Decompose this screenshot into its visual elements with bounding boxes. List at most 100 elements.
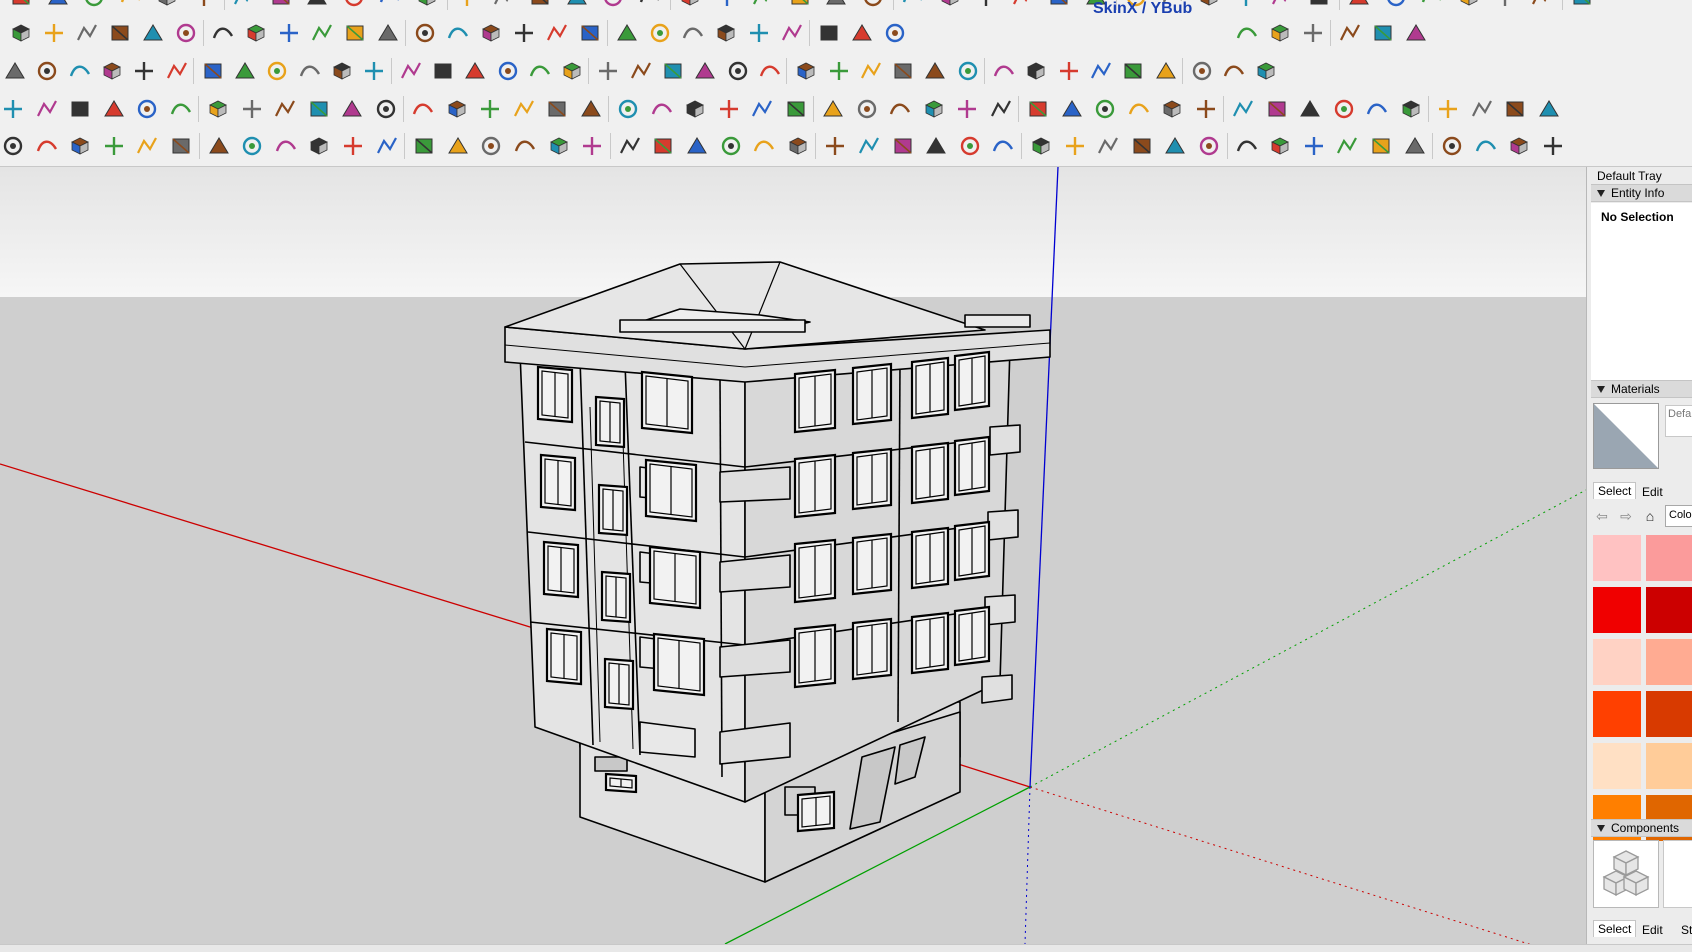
help-icon[interactable] bbox=[1403, 20, 1429, 46]
material-swatch[interactable] bbox=[1646, 691, 1692, 737]
partial-icon[interactable] bbox=[860, 0, 886, 10]
polygon-icon[interactable] bbox=[546, 133, 572, 159]
grid-a-icon[interactable] bbox=[1062, 133, 1088, 159]
cone-icon[interactable] bbox=[462, 58, 488, 84]
grid-d-icon[interactable] bbox=[1162, 133, 1188, 159]
gear-icon[interactable] bbox=[99, 58, 125, 84]
plane-icon[interactable] bbox=[725, 58, 751, 84]
explode-icon[interactable] bbox=[921, 96, 947, 122]
partial-icon[interactable] bbox=[1010, 0, 1036, 10]
flag-icon[interactable] bbox=[272, 96, 298, 122]
group-icon[interactable] bbox=[954, 96, 980, 122]
box-brown-2-icon[interactable] bbox=[783, 96, 809, 122]
materials-tab-select[interactable]: Select bbox=[1593, 482, 1637, 499]
partial-icon[interactable] bbox=[341, 0, 367, 10]
line-icon[interactable] bbox=[101, 133, 127, 159]
roof-icon[interactable] bbox=[793, 58, 819, 84]
partial-icon[interactable] bbox=[1306, 0, 1332, 10]
partial-icon[interactable] bbox=[937, 0, 963, 10]
component-icon[interactable] bbox=[887, 96, 913, 122]
copy-icon[interactable] bbox=[1402, 133, 1428, 159]
arc-3-icon[interactable] bbox=[411, 133, 437, 159]
material-swatch[interactable] bbox=[1646, 587, 1692, 633]
paint-icon[interactable] bbox=[375, 20, 401, 46]
wire-face-icon[interactable] bbox=[134, 96, 160, 122]
partial-icon[interactable] bbox=[823, 0, 849, 10]
tile-2-icon[interactable] bbox=[1126, 96, 1152, 122]
orbit-icon[interactable] bbox=[412, 20, 438, 46]
flag-red-icon[interactable] bbox=[650, 133, 676, 159]
scale-icon[interactable] bbox=[1536, 96, 1562, 122]
skinx-surface-2-icon[interactable] bbox=[1267, 20, 1293, 46]
pointer-icon[interactable] bbox=[751, 133, 777, 159]
box-icon[interactable] bbox=[200, 58, 226, 84]
align-right-icon[interactable] bbox=[923, 133, 949, 159]
materials-tab-edit[interactable]: Edit bbox=[1642, 485, 1663, 499]
window-icon[interactable] bbox=[890, 58, 916, 84]
grid-icon[interactable] bbox=[527, 58, 553, 84]
brush-icon[interactable] bbox=[1221, 58, 1247, 84]
skinx-surface-3-icon[interactable] bbox=[1300, 20, 1326, 46]
material-swatch[interactable] bbox=[1593, 691, 1641, 737]
pan-icon[interactable] bbox=[445, 20, 471, 46]
partial-icon[interactable] bbox=[118, 0, 144, 10]
tile-3-icon[interactable] bbox=[1159, 96, 1185, 122]
scissors-icon[interactable] bbox=[67, 58, 93, 84]
tile-icon[interactable] bbox=[1092, 96, 1118, 122]
chamfer-icon[interactable] bbox=[329, 58, 355, 84]
arc-green-icon[interactable] bbox=[239, 133, 265, 159]
layer-red-icon[interactable] bbox=[849, 20, 875, 46]
beam-icon[interactable] bbox=[1023, 58, 1049, 84]
back-arrow-icon[interactable]: ⇦ bbox=[1593, 507, 1611, 525]
green-plus-icon[interactable] bbox=[477, 96, 503, 122]
material-swatch[interactable] bbox=[1593, 639, 1641, 685]
lasso-select-icon[interactable] bbox=[74, 20, 100, 46]
partial-icon[interactable] bbox=[527, 0, 553, 10]
entity-info-header[interactable]: Entity Info bbox=[1591, 184, 1692, 202]
layer-stack-2-icon[interactable] bbox=[816, 20, 842, 46]
split-icon[interactable] bbox=[1506, 133, 1532, 159]
move-icon[interactable] bbox=[210, 20, 236, 46]
material-swatch[interactable] bbox=[1646, 535, 1692, 581]
partial-icon[interactable] bbox=[8, 0, 34, 10]
nurbs-icon[interactable] bbox=[1253, 58, 1279, 84]
grid-f-icon[interactable] bbox=[1234, 133, 1260, 159]
components-tab-statistics[interactable]: St bbox=[1681, 923, 1692, 937]
partial-icon[interactable] bbox=[677, 0, 703, 10]
column-icon[interactable] bbox=[991, 58, 1017, 84]
layer-stack-icon[interactable] bbox=[779, 20, 805, 46]
partial-icon[interactable] bbox=[1492, 0, 1518, 10]
arc-icon[interactable] bbox=[67, 133, 93, 159]
stop-icon[interactable] bbox=[1370, 20, 1396, 46]
partial-icon[interactable] bbox=[304, 0, 330, 10]
green-tree-icon[interactable] bbox=[854, 96, 880, 122]
rectangle-icon[interactable] bbox=[273, 133, 299, 159]
curve-icon[interactable] bbox=[2, 58, 28, 84]
pencil-icon[interactable] bbox=[41, 20, 67, 46]
partial-icon[interactable] bbox=[1383, 0, 1409, 10]
slice-icon[interactable] bbox=[495, 58, 521, 84]
3d-viewport[interactable] bbox=[0, 167, 1586, 944]
align-center-icon[interactable] bbox=[890, 133, 916, 159]
partial-icon[interactable] bbox=[154, 0, 180, 10]
dash-minus-icon[interactable] bbox=[1028, 133, 1054, 159]
paint-roll-icon[interactable] bbox=[1364, 96, 1390, 122]
play-icon[interactable] bbox=[1337, 20, 1363, 46]
line-cut-icon[interactable] bbox=[361, 58, 387, 84]
flower-icon[interactable] bbox=[1025, 96, 1051, 122]
skinx-surface-icon[interactable] bbox=[1234, 20, 1260, 46]
grid-b-icon[interactable] bbox=[1095, 133, 1121, 159]
sphere-icon[interactable] bbox=[232, 58, 258, 84]
arc-red-icon[interactable] bbox=[478, 133, 504, 159]
dots-icon[interactable] bbox=[1193, 96, 1219, 122]
polyline-2-icon[interactable] bbox=[512, 133, 538, 159]
bezier-icon[interactable] bbox=[134, 133, 160, 159]
dash-plus-icon[interactable] bbox=[990, 133, 1016, 159]
material-swatch[interactable] bbox=[1646, 743, 1692, 789]
orange-swirl-icon[interactable] bbox=[168, 96, 194, 122]
fillet-icon[interactable] bbox=[297, 58, 323, 84]
move-cross-icon[interactable] bbox=[749, 96, 775, 122]
material-swatch[interactable] bbox=[1593, 535, 1641, 581]
rotate-icon[interactable] bbox=[243, 20, 269, 46]
partial-icon[interactable] bbox=[1529, 0, 1555, 10]
